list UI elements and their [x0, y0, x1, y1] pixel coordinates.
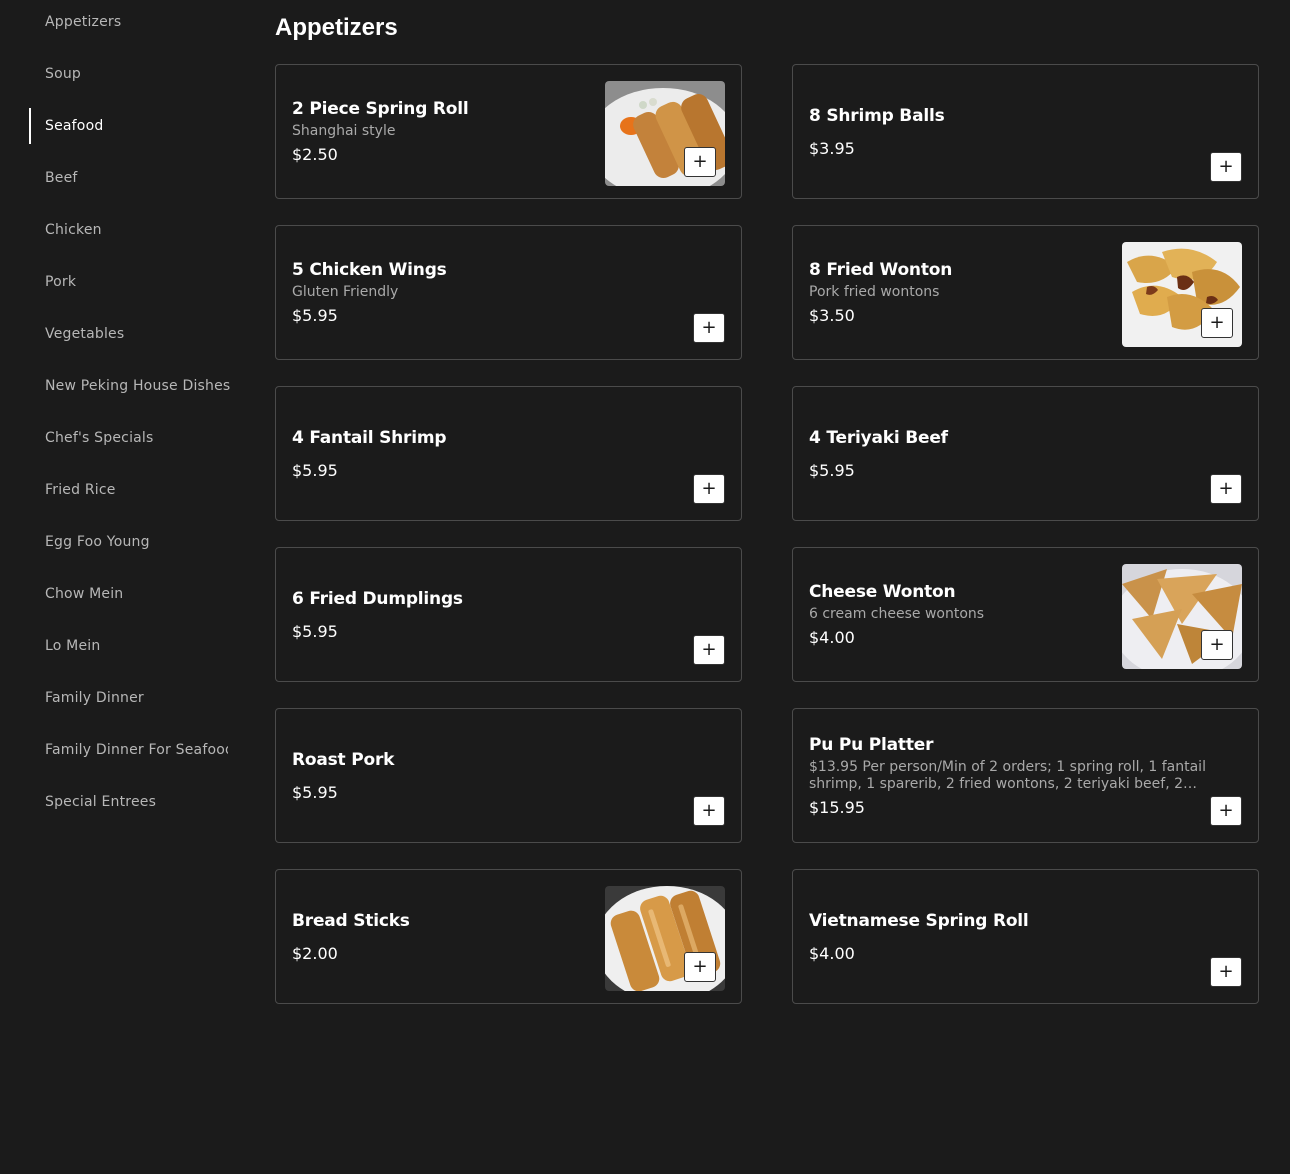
sidebar-item-family-dinner[interactable]: Family Dinner	[45, 680, 144, 716]
sidebar-item-chefs-specials[interactable]: Chef's Specials	[45, 420, 154, 456]
menu-item-name: Roast Pork	[292, 749, 395, 770]
menu-item-card[interactable]: 8 Shrimp Balls $3.95 +	[792, 64, 1259, 199]
bread-sticks-photo: +	[605, 886, 725, 991]
sidebar-item-chow-mein[interactable]: Chow Mein	[45, 576, 123, 612]
add-item-button[interactable]: +	[1210, 152, 1242, 182]
add-item-button[interactable]: +	[684, 952, 716, 982]
menu-item-name: 6 Fried Dumplings	[292, 588, 463, 609]
sidebar-item-appetizers[interactable]: Appetizers	[45, 4, 121, 40]
menu-item-card[interactable]: Cheese Wonton 6 cream cheese wontons $4.…	[792, 547, 1259, 682]
menu-item-price: $5.95	[292, 460, 338, 480]
section-title: Appetizers	[275, 14, 398, 41]
menu-item-name: 5 Chicken Wings	[292, 260, 447, 280]
menu-item-info: 6 Fried Dumplings $5.95	[292, 548, 725, 681]
menu-item-card[interactable]: 4 Fantail Shrimp $5.95 +	[275, 386, 742, 521]
sidebar-item-beef[interactable]: Beef	[45, 160, 78, 196]
menu-item-name: Vietnamese Spring Roll	[809, 910, 1029, 931]
menu-item-price: $3.95	[809, 138, 855, 158]
menu-item-info: 8 Fried Wonton Pork fried wontons $3.50	[809, 226, 1108, 359]
sidebar-item-chicken[interactable]: Chicken	[45, 212, 102, 248]
menu-item-card[interactable]: Pu Pu Platter $13.95 Per person/Min of 2…	[792, 708, 1259, 843]
menu-item-description: Pork fried wontons	[809, 284, 940, 300]
menu-item-card[interactable]: 2 Piece Spring Roll Shanghai style $2.50…	[275, 64, 742, 199]
menu-item-info: Bread Sticks $2.00	[292, 870, 591, 1003]
add-item-button[interactable]: +	[1210, 957, 1242, 987]
sidebar-item-seafood[interactable]: Seafood	[45, 108, 103, 144]
cheese-wonton-photo: +	[1122, 564, 1242, 669]
menu-item-info: 5 Chicken Wings Gluten Friendly $5.95	[292, 226, 725, 359]
menu-item-name: Bread Sticks	[292, 910, 410, 931]
menu-item-description: 6 cream cheese wontons	[809, 606, 985, 622]
spring-roll-photo: +	[605, 81, 725, 186]
menu-item-card[interactable]: Roast Pork $5.95 +	[275, 708, 742, 843]
menu-item-description: $13.95 Per person/Min of 2 orders; 1 spr…	[809, 758, 1206, 792]
menu-item-info: 4 Fantail Shrimp $5.95	[292, 387, 725, 520]
active-category-indicator	[29, 108, 31, 144]
menu-item-card[interactable]: 5 Chicken Wings Gluten Friendly $5.95 +	[275, 225, 742, 360]
menu-item-price: $5.95	[292, 782, 338, 802]
menu-item-info: Roast Pork $5.95	[292, 709, 725, 842]
sidebar-item-family-dinner-for-seafood[interactable]: Family Dinner For Seafood	[45, 732, 228, 768]
menu-item-info: 4 Teriyaki Beef $5.95	[809, 387, 1242, 520]
sidebar-item-special-entrees[interactable]: Special Entrees	[45, 784, 156, 820]
sidebar-item-fried-rice[interactable]: Fried Rice	[45, 472, 116, 508]
menu-item-price: $4.00	[809, 628, 855, 647]
menu-item-info: Cheese Wonton 6 cream cheese wontons $4.…	[809, 548, 1108, 681]
menu-item-name: 2 Piece Spring Roll	[292, 99, 469, 119]
menu-item-name: 8 Fried Wonton	[809, 260, 953, 280]
sidebar-item-pork[interactable]: Pork	[45, 264, 76, 300]
menu-item-price: $5.95	[292, 306, 338, 325]
add-item-button[interactable]: +	[693, 796, 725, 826]
menu-item-price: $2.50	[292, 145, 338, 164]
sidebar-item-new-peking-house-dishes[interactable]: New Peking House Dishes	[45, 368, 230, 404]
menu-item-description: Shanghai style	[292, 123, 396, 139]
add-item-button[interactable]: +	[1210, 474, 1242, 504]
menu-item-card[interactable]: 6 Fried Dumplings $5.95 +	[275, 547, 742, 682]
add-item-button[interactable]: +	[1201, 630, 1233, 660]
menu-item-card[interactable]: Bread Sticks $2.00 +	[275, 869, 742, 1004]
menu-item-info: Pu Pu Platter $13.95 Per person/Min of 2…	[809, 709, 1242, 842]
add-item-button[interactable]: +	[693, 474, 725, 504]
menu-item-info: Vietnamese Spring Roll $4.00	[809, 870, 1242, 1003]
menu-item-card[interactable]: 8 Fried Wonton Pork fried wontons $3.50 …	[792, 225, 1259, 360]
sidebar-item-vegetables[interactable]: Vegetables	[45, 316, 124, 352]
add-item-button[interactable]: +	[684, 147, 716, 177]
menu-item-card[interactable]: 4 Teriyaki Beef $5.95 +	[792, 386, 1259, 521]
sidebar-item-soup[interactable]: Soup	[45, 56, 81, 92]
add-item-button[interactable]: +	[1201, 308, 1233, 338]
menu-item-name: Cheese Wonton	[809, 582, 956, 602]
menu-item-price: $5.95	[292, 621, 338, 641]
add-item-button[interactable]: +	[693, 313, 725, 343]
fried-wonton-photo: +	[1122, 242, 1242, 347]
menu-item-info: 8 Shrimp Balls $3.95	[809, 65, 1242, 198]
menu-item-name: 4 Teriyaki Beef	[809, 427, 948, 448]
menu-item-name: 4 Fantail Shrimp	[292, 427, 447, 448]
menu-item-description: Gluten Friendly	[292, 284, 399, 300]
menu-item-name: 8 Shrimp Balls	[809, 105, 945, 126]
menu-item-price: $2.00	[292, 943, 338, 963]
menu-item-price: $3.50	[809, 306, 855, 325]
sidebar-item-lo-mein[interactable]: Lo Mein	[45, 628, 100, 664]
add-item-button[interactable]: +	[693, 635, 725, 665]
sidebar-item-egg-foo-young[interactable]: Egg Foo Young	[45, 524, 150, 560]
menu-item-info: 2 Piece Spring Roll Shanghai style $2.50	[292, 65, 591, 198]
menu-item-card[interactable]: Vietnamese Spring Roll $4.00 +	[792, 869, 1259, 1004]
menu-item-name: Pu Pu Platter	[809, 734, 934, 755]
menu-item-price: $4.00	[809, 943, 855, 963]
add-item-button[interactable]: +	[1210, 796, 1242, 826]
menu-item-price: $15.95	[809, 797, 865, 817]
menu-item-price: $5.95	[809, 460, 855, 480]
